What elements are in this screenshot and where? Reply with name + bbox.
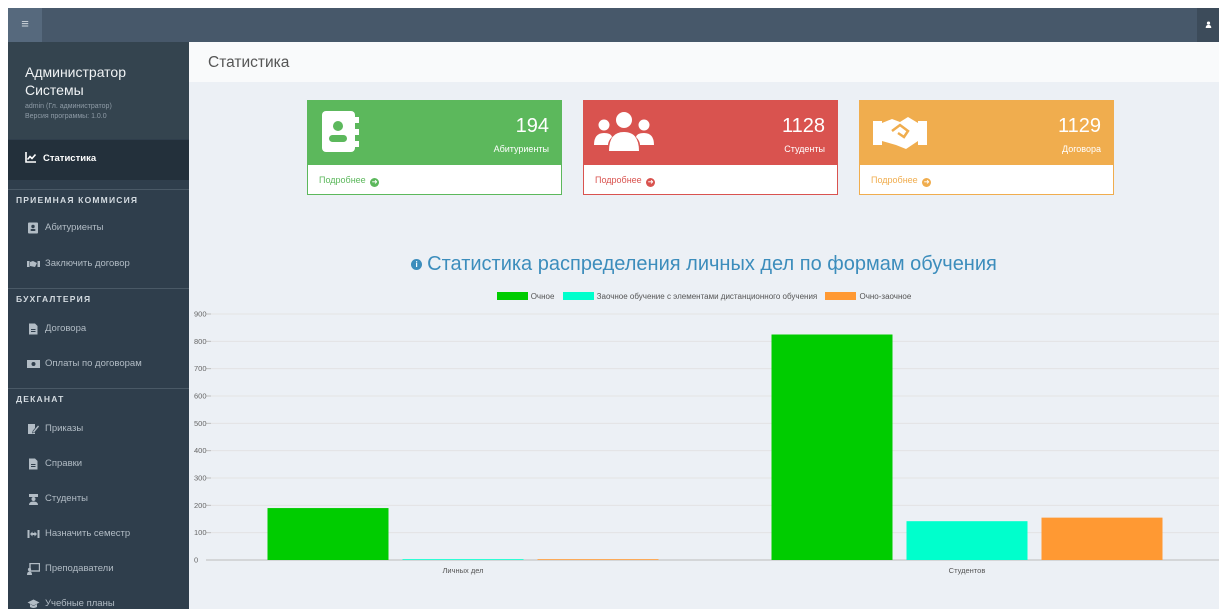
user-role: admin (Гл. администратор) xyxy=(25,103,112,110)
stat-card-applicants: 194 Абитуриенты Подробнее ➜ xyxy=(307,100,562,195)
sidebar-item-applicants[interactable]: Абитуриенты xyxy=(8,214,189,244)
stat-card-students: 1128 Студенты Подробнее ➜ xyxy=(583,100,838,195)
sidebar-item-label: Оплаты по договорам xyxy=(45,358,142,369)
y-tick-label: 0 xyxy=(194,556,198,565)
presentation-icon xyxy=(27,563,40,575)
bar xyxy=(771,334,893,560)
bar xyxy=(537,559,659,560)
chart-legend: Очное Заочное обучение с элементами дист… xyxy=(189,292,1219,301)
document-icon xyxy=(29,458,38,470)
user-menu-button[interactable] xyxy=(1197,8,1219,42)
legend-item-part-time[interactable]: Очно-заочное xyxy=(825,292,911,301)
sidebar-section-deanery: ДЕКАНАТ xyxy=(8,388,189,410)
sidebar-item-label: Абитуриенты xyxy=(45,222,104,233)
sidebar-item-label: Учебные планы xyxy=(45,598,115,609)
arrow-circle-right-icon: ➜ xyxy=(922,178,932,187)
sidebar-item-label: Статистика xyxy=(43,153,97,164)
bar xyxy=(267,508,389,560)
sidebar-item-orders[interactable]: Приказы xyxy=(8,415,189,445)
arrows-h-icon xyxy=(27,530,40,538)
x-tick-label: Студентов xyxy=(949,566,986,575)
sidebar-item-label: Студенты xyxy=(45,493,89,504)
menu-toggle-button[interactable]: ≡ xyxy=(8,8,42,42)
y-tick-label: 400 xyxy=(194,446,207,455)
applicants-more-link[interactable]: Подробнее ➜ xyxy=(319,175,380,187)
sidebar-item-students[interactable]: Студенты xyxy=(8,485,189,515)
sidebar-section-admission: ПРИЕМНАЯ КОММИСИЯ xyxy=(8,189,189,211)
y-tick-label: 700 xyxy=(194,364,207,373)
user-name-line2: Системы xyxy=(25,82,84,98)
user-icon xyxy=(1205,21,1211,28)
y-tick-label: 800 xyxy=(194,337,207,346)
user-panel: Администратор Системы admin (Гл. админис… xyxy=(8,42,189,139)
arrow-circle-right-icon: ➜ xyxy=(646,178,656,187)
contracts-count: 1129 xyxy=(1057,115,1101,137)
sidebar-item-label: Преподаватели xyxy=(45,563,114,574)
sidebar: Администратор Системы admin (Гл. админис… xyxy=(8,42,189,609)
sidebar-item-label: Справки xyxy=(45,458,83,469)
sidebar-item-label: Назначить семестр xyxy=(45,528,131,539)
contact-book-icon xyxy=(28,222,38,234)
y-tick-label: 500 xyxy=(194,419,207,428)
sidebar-item-certificates[interactable]: Справки xyxy=(8,450,189,480)
bar xyxy=(1041,517,1163,560)
x-tick-label: Личных дел xyxy=(442,566,483,575)
sidebar-item-assign-semester[interactable]: Назначить семестр xyxy=(8,520,189,550)
content-header: Статистика xyxy=(189,42,1219,82)
sidebar-item-curricula[interactable]: Учебные планы xyxy=(8,590,189,609)
info-icon: i xyxy=(411,259,423,270)
sidebar-item-teachers[interactable]: Преподаватели xyxy=(8,555,189,585)
users-icon xyxy=(594,112,654,151)
handshake-icon xyxy=(873,117,927,149)
edit-document-icon xyxy=(28,424,40,434)
bar xyxy=(402,559,524,560)
top-navbar: ≡ xyxy=(8,8,1219,42)
document-icon xyxy=(29,323,38,335)
students-label: Студенты xyxy=(784,144,825,154)
sidebar-item-label: Заключить договор xyxy=(45,258,130,269)
sidebar-item-label: Договора xyxy=(45,323,87,334)
sidebar-item-payments[interactable]: Оплаты по договорам xyxy=(8,350,189,380)
main-content: Статистика 194 Абитуриенты Подробнее ➜ 1… xyxy=(189,42,1219,609)
contracts-more-link[interactable]: Подробнее ➜ xyxy=(871,175,932,187)
line-chart-icon xyxy=(25,152,37,163)
stat-card-contracts: 1129 Договора Подробнее ➜ xyxy=(859,100,1114,195)
y-tick-label: 900 xyxy=(194,310,207,319)
y-tick-label: 100 xyxy=(194,528,207,537)
legend-item-full-time[interactable]: Очное xyxy=(496,292,554,301)
arrow-circle-right-icon: ➜ xyxy=(370,178,380,187)
sidebar-section-accounting: БУХГАЛТЕРИЯ xyxy=(8,288,189,310)
bar-chart: 0 100 200 300 400 500 600 700 800 900 Личных дел Ст… xyxy=(194,310,1219,575)
legend-item-distance[interactable]: Заочное обучение с элементами дистанцион… xyxy=(562,292,817,301)
chart-title: i Статистика распределения личных дел по … xyxy=(189,253,1219,276)
sidebar-item-label: Приказы xyxy=(45,423,84,434)
students-more-link[interactable]: Подробнее ➜ xyxy=(595,175,656,187)
page-title: Статистика xyxy=(208,54,290,71)
money-icon xyxy=(27,360,40,368)
handshake-icon xyxy=(27,261,40,267)
y-tick-label: 200 xyxy=(194,501,207,510)
sidebar-item-contract[interactable]: Заключить договор xyxy=(8,250,189,280)
y-tick-label: 600 xyxy=(194,392,207,401)
graduate-icon xyxy=(29,494,38,505)
sidebar-item-contracts[interactable]: Договора xyxy=(8,315,189,345)
applicants-label: Абитуриенты xyxy=(493,144,549,154)
sidebar-item-statistics[interactable]: Статистика xyxy=(8,140,189,180)
page: ≡ Администратор Системы admin (Гл. админ… xyxy=(0,0,1219,609)
students-count: 1128 xyxy=(781,115,825,137)
app-version: Версия программы: 1.0.0 xyxy=(25,113,107,120)
graduation-cap-icon xyxy=(27,599,40,608)
bar xyxy=(906,521,1028,560)
y-tick-label: 300 xyxy=(194,474,207,483)
contracts-label: Договора xyxy=(1062,144,1101,154)
app: ≡ Администратор Системы admin (Гл. админ… xyxy=(8,8,1219,609)
applicants-count: 194 xyxy=(515,115,549,137)
contact-book-icon xyxy=(322,111,359,152)
user-name-line1: Администратор xyxy=(25,64,127,80)
